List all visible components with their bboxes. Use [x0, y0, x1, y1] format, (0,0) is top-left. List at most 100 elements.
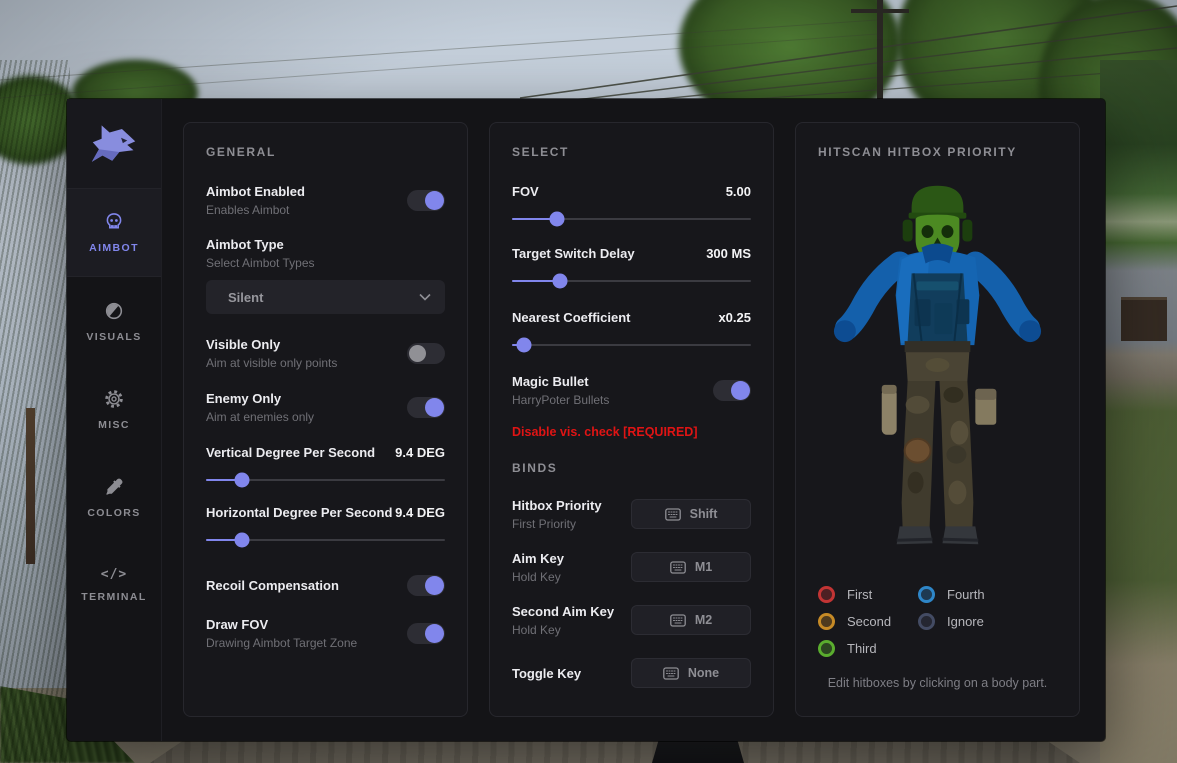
- aimbot-enabled-row: Aimbot Enabled Enables Aimbot: [206, 183, 445, 217]
- legend-dot-fourth: [918, 586, 935, 603]
- setting-label: Vertical Degree Per Second: [206, 444, 376, 460]
- vertical-dps-slider[interactable]: [206, 472, 445, 488]
- aim-key-bind-row: Aim Key Hold Key M1: [512, 550, 751, 584]
- nearest-coefficient-labels: Nearest Coefficient x0.25: [512, 309, 751, 325]
- setting-sublabel: Select Aimbot Types: [206, 256, 315, 270]
- hitbox-legend: First Fourth Second Ignore Third: [818, 581, 1057, 662]
- horizontal-dps-labels: Horizontal Degree Per Second 9.4 DEG: [206, 504, 445, 520]
- toggle-knob: [425, 397, 444, 417]
- setting-label: Recoil Compensation: [206, 577, 339, 593]
- slider-knob[interactable]: [234, 472, 250, 488]
- setting-sublabel: Drawing Aimbot Target Zone: [206, 635, 358, 650]
- horizontal-dps-slider[interactable]: [206, 532, 445, 548]
- legend-item-ignore[interactable]: Ignore: [918, 608, 1057, 635]
- legend-dot-second: [818, 613, 835, 630]
- toggle-knob: [425, 575, 444, 595]
- target-switch-delay-slider[interactable]: [512, 273, 751, 289]
- keyboard-icon: [663, 666, 679, 680]
- keybind-value: M2: [694, 613, 713, 627]
- vertical-dps-labels: Vertical Degree Per Second 9.4 DEG: [206, 444, 445, 460]
- legend-dot-third: [818, 640, 835, 657]
- wolf-logo-icon: [91, 124, 136, 162]
- draw-fov-row: Draw FOV Drawing Aimbot Target Zone: [206, 616, 445, 650]
- sidebar-item-colors[interactable]: COLORS: [67, 453, 161, 541]
- legend-dot-first: [818, 586, 835, 603]
- sidebar-item-visuals[interactable]: VISUALS: [67, 277, 161, 365]
- target-switch-delay-labels: Target Switch Delay 300 MS: [512, 245, 751, 261]
- slider-knob[interactable]: [516, 337, 532, 353]
- general-card: GENERAL Aimbot Enabled Enables Aimbot Ai…: [183, 122, 468, 717]
- recoil-comp-toggle[interactable]: [407, 574, 445, 596]
- fov-labels: FOV 5.00: [512, 183, 751, 199]
- sidebar-item-terminal[interactable]: </> TERMINAL: [67, 541, 161, 629]
- aimbot-type-dropdown[interactable]: Silent: [206, 280, 445, 314]
- setting-label: Aim Key: [512, 550, 565, 566]
- setting-label: Draw FOV: [206, 616, 269, 632]
- legend-item-first[interactable]: First: [818, 581, 918, 608]
- draw-fov-toggle[interactable]: [407, 622, 445, 644]
- sidebar-item-label: TERMINAL: [81, 591, 147, 603]
- toggle-knob: [731, 380, 750, 400]
- setting-value: 9.4 DEG: [395, 504, 445, 520]
- section-title-binds: BINDS: [512, 461, 558, 475]
- hitbox-torso[interactable]: [833, 243, 1042, 348]
- chevron-down-icon: [419, 293, 431, 301]
- toggle-key-keybind-button[interactable]: None: [631, 658, 751, 688]
- keyboard-icon: [664, 507, 681, 521]
- sidebar-item-aimbot[interactable]: AIMBOT: [67, 189, 161, 277]
- aimbot-type-labels: Aimbot Type Select Aimbot Types: [206, 237, 445, 270]
- character-model-wrap: [818, 183, 1057, 557]
- second-aim-key-keybind-button[interactable]: M2: [631, 605, 751, 635]
- setting-value: x0.25: [718, 309, 751, 325]
- character-model[interactable]: [818, 183, 1057, 553]
- keybind-value: None: [687, 666, 720, 680]
- fov-slider[interactable]: [512, 211, 751, 227]
- slider-knob[interactable]: [549, 211, 565, 227]
- skull-icon: [106, 213, 122, 229]
- legend-item-third[interactable]: Third: [818, 635, 918, 662]
- slider-knob[interactable]: [552, 273, 568, 289]
- sidebar-item-label: VISUALS: [86, 330, 142, 343]
- sidebar-item-label: COLORS: [87, 506, 141, 519]
- keyboard-icon: [669, 613, 686, 627]
- hitbox-priority-keybind-button[interactable]: Shift: [631, 499, 751, 529]
- dropdown-value: Silent: [228, 289, 264, 305]
- hitbox-pelvis[interactable]: [904, 341, 971, 353]
- setting-label: Magic Bullet: [512, 373, 589, 389]
- legend-item-second[interactable]: Second: [818, 608, 918, 635]
- keybind-value: M1: [694, 560, 713, 574]
- nearest-coefficient-slider[interactable]: [512, 337, 751, 353]
- setting-label: Aimbot Type: [206, 237, 284, 252]
- aim-key-keybind-button[interactable]: M1: [631, 552, 751, 582]
- magic-bullet-toggle[interactable]: [713, 379, 751, 401]
- slider-knob[interactable]: [234, 532, 250, 548]
- aimbot-enabled-toggle[interactable]: [407, 189, 445, 211]
- hitbox-card: HITSCAN HITBOX PRIORITY First Fourth Sec…: [795, 122, 1080, 717]
- setting-label: Target Switch Delay: [512, 245, 635, 261]
- legend-dot-ignore: [918, 613, 935, 630]
- sidebar-item-misc[interactable]: MISC: [67, 365, 161, 453]
- toggle-key-bind-row: Toggle Key None: [512, 656, 751, 690]
- setting-label: Toggle Key: [512, 665, 582, 681]
- legend-label: First: [847, 587, 873, 602]
- select-card: SELECT FOV 5.00 Target Switch Delay 300 …: [489, 122, 774, 717]
- section-title-select: SELECT: [512, 145, 569, 159]
- setting-sublabel: Aim at enemies only: [206, 409, 315, 424]
- sidebar-item-label: AIMBOT: [89, 242, 139, 254]
- code-icon: </>: [100, 567, 128, 582]
- legend-item-fourth[interactable]: Fourth: [918, 581, 1057, 608]
- setting-value: 300 MS: [706, 245, 751, 261]
- setting-label: Horizontal Degree Per Second: [206, 504, 393, 520]
- sidebar: AIMBOT VISUALS MISC COLORS </> TERMINAL: [67, 99, 162, 741]
- hitbox-legs[interactable]: [881, 352, 997, 545]
- keybind-value: Shift: [689, 507, 718, 521]
- setting-label: Aimbot Enabled: [206, 183, 305, 199]
- setting-sublabel: Hold Key: [512, 569, 561, 584]
- enemy-only-toggle[interactable]: [407, 396, 445, 418]
- second-aim-key-bind-row: Second Aim Key Hold Key M2: [512, 603, 751, 637]
- visible-only-toggle[interactable]: [407, 342, 445, 364]
- legend-label: Ignore: [947, 614, 984, 629]
- sidebar-item-label: MISC: [98, 418, 130, 431]
- cheat-menu-panel: AIMBOT VISUALS MISC COLORS </> TERMINAL …: [67, 99, 1105, 741]
- setting-sublabel: Aim at visible only points: [206, 355, 338, 370]
